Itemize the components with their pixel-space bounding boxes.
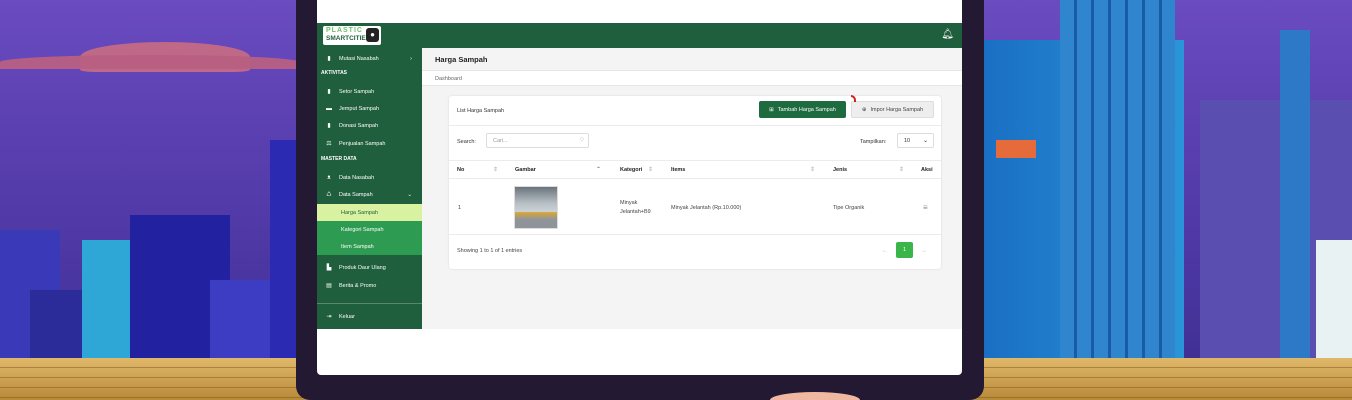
product-image [514,186,558,229]
sidebar-item-produk[interactable]: ▙ Produk Daur Ulang [317,259,422,276]
show-entries-value: 10 [904,138,911,144]
section-aktivitas: AKTIVITAS [321,70,348,76]
entries-info: Showing 1 to 1 of 1 entries [457,248,523,254]
column-jenis[interactable]: Jenis [833,160,847,179]
pagination-prev[interactable]: ← [882,248,888,254]
sidebar-item-label: Penjualan Sampah [339,140,386,147]
sidebar-item-label: Data Sampah [339,191,373,198]
building-shape [1060,0,1175,400]
sidebar-item-keluar[interactable]: ⇥ Keluar [317,308,422,325]
logout-icon: ⇥ [326,314,332,320]
gift-icon: ▮ [327,123,331,129]
sale-icon: ⚖ [326,141,332,147]
sidebar-item-data-sampah[interactable]: ♺ Data Sampah ⌄ [317,186,422,203]
chevron-down-icon: ⌄ [922,138,928,144]
sidebar-item-jemput[interactable]: ▬ Jemput Sampah [317,100,422,117]
sidebar-item-label: Donasi Sampah [339,122,379,129]
sidebar-divider [317,303,422,304]
sidebar-item-mutasi[interactable]: ▮ Mutasi Nasabah › [317,50,422,67]
breadcrumb: Dashboard [422,70,962,86]
sort-icon[interactable]: ⇕ [899,166,904,173]
sidebar-sub-harga-sampah[interactable]: Harga Sampah [317,204,422,221]
sidebar-item-donasi[interactable]: ▮ Donasi Sampah [317,117,422,134]
sort-icon[interactable]: ⇕ [648,166,653,173]
column-aksi: Aksi [921,166,933,173]
wwf-panda-icon: ● [366,28,379,42]
factory-icon: ▙ [326,265,332,271]
sidebar-item-berita[interactable]: ▤ Berita & Promo [317,277,422,294]
section-master-data: MASTER DATA [321,156,357,162]
chevron-down-icon: ⌄ [407,191,412,198]
import-price-button-label: Impor Harga Sampah [870,106,924,113]
sort-icon[interactable]: ⇕ [493,166,498,173]
search-input[interactable]: Cari... ○ [486,133,589,148]
cell-item: Minyak Jelantah (Rp.10.000) [671,205,742,211]
building-shape [996,140,1036,158]
sidebar-sub-kategori-sampah[interactable]: Kategori Sampah [317,221,422,238]
sidebar-item-setor[interactable]: ▮ Setor Sampah [317,83,422,100]
brand-logo[interactable]: PLASTIC SMARTCITIES ● [323,26,381,45]
add-price-button[interactable]: ⊞ Tambah Harga Sampah [759,101,846,118]
menu-icon[interactable]: ≡ [923,203,928,212]
sort-icon[interactable]: ⇕ [810,166,815,173]
upload-icon: ⊕ [861,106,867,113]
sidebar-item-label: Data Nasabah [339,174,375,181]
page-title: Harga Sampah [435,55,488,64]
chevron-right-icon: › [410,55,412,62]
column-kategori[interactable]: Kategori [620,160,642,179]
sidebar-item-label: Jemput Sampah [339,105,380,112]
sidebar-item-label: Mutasi Nasabah [339,55,379,62]
sidebar-item-label: Produk Daur Ulang [339,264,386,271]
sidebar-item-label: Setor Sampah [339,88,375,95]
breadcrumb-dashboard[interactable]: Dashboard [435,76,462,82]
sort-asc-icon[interactable]: ⌃ [596,166,601,173]
main-content: Harga Sampah Dashboard List Harga Sampah… [422,48,962,329]
receipt-icon: ▮ [327,89,331,95]
sidebar: ▮ Mutasi Nasabah › AKTIVITAS ▮ Setor Sam… [317,48,422,329]
cell-no: 1 [458,205,462,211]
document-icon: ▮ [327,56,331,62]
cloud-shape [0,55,300,69]
divider [449,125,941,126]
cell-kategori-line1: Minyak [620,200,638,206]
column-items[interactable]: Items [671,160,685,179]
column-gambar[interactable]: Gambar [515,160,536,179]
pagination-page-current[interactable]: 1 [896,242,913,258]
bell-icon[interactable]: 🔔︎ [941,29,954,40]
column-no[interactable]: No [457,160,464,179]
top-bar: PLASTIC SMARTCITIES ● 🔔︎ [317,23,962,48]
search-icon: ○ [579,136,584,143]
pagination-next[interactable]: → [921,248,927,254]
search-placeholder: Cari... [493,138,508,144]
user-icon: ᴥ [327,174,331,181]
show-entries-select[interactable]: 10 ⌄ [897,133,934,148]
news-icon: ▤ [326,283,332,289]
sidebar-sub-item-sampah[interactable]: Item Sampah [317,238,422,255]
sidebar-item-data-nasabah[interactable]: ᴥ Data Nasabah [317,169,422,186]
recycle-icon: ♺ [326,192,332,198]
cell-kategori-line2: Jelantah+B9 [620,209,651,215]
truck-icon: ▬ [326,105,332,112]
cell-jenis: Tipe Organik [833,205,865,211]
sidebar-item-label: Keluar [339,313,355,320]
sidebar-item-label: Berita & Promo [339,282,377,289]
add-price-button-label: Tambah Harga Sampah [777,106,836,113]
building-shape [1280,30,1310,400]
show-entries-label: Tampilkan: [860,139,887,145]
list-card: List Harga Sampah ⊞ Tambah Harga Sampah … [449,95,941,269]
divider [449,234,941,235]
search-label: Search: [457,139,476,145]
sidebar-item-penjualan[interactable]: ⚖ Penjualan Sampah [317,135,422,152]
app-screen: PLASTIC SMARTCITIES ● 🔔︎ ▮ Mutasi Nasaba… [317,0,962,375]
add-document-icon: ⊞ [769,106,774,113]
card-title: List Harga Sampah [457,108,505,114]
pointer-cursor [851,95,856,102]
import-price-button[interactable]: ⊕ Impor Harga Sampah [851,101,934,118]
